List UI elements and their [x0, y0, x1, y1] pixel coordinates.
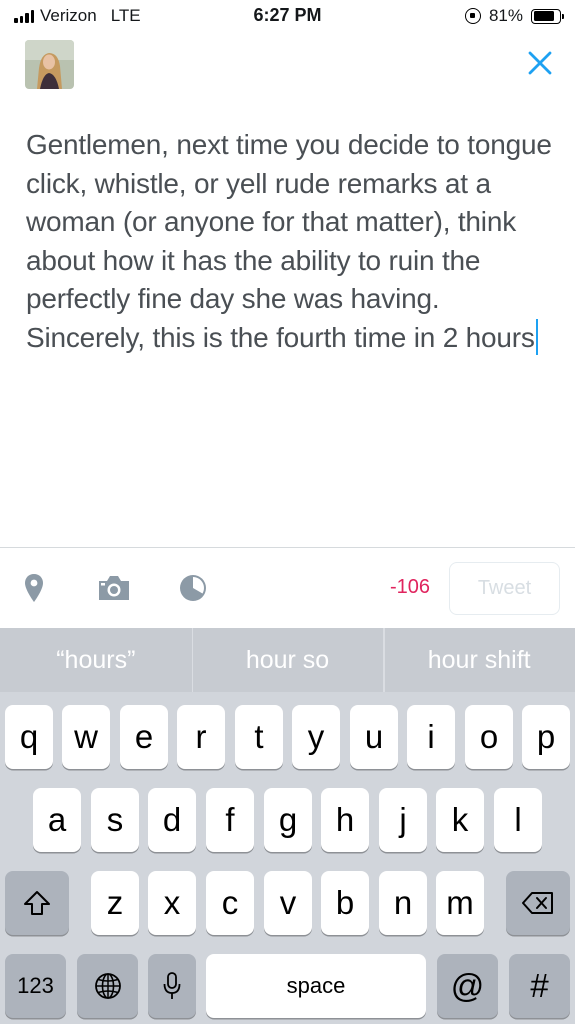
shift-icon — [24, 891, 50, 915]
keyboard: “hours” hour so hour shift q w e r t y u… — [0, 628, 575, 1024]
key-i[interactable]: i — [407, 705, 455, 769]
key-g[interactable]: g — [264, 788, 312, 852]
tweet-text-input[interactable]: Gentlemen, next time you decide to tongu… — [26, 126, 556, 357]
orientation-lock-icon — [464, 8, 481, 24]
key-d[interactable]: d — [148, 788, 196, 852]
character-counter: -106 — [389, 576, 430, 598]
key-w[interactable]: w — [62, 705, 110, 769]
text-caret — [535, 318, 539, 355]
poll-icon — [180, 575, 206, 601]
close-icon — [528, 51, 552, 75]
battery-icon — [531, 8, 564, 24]
location-button[interactable] — [16, 570, 52, 606]
battery-fill — [533, 11, 554, 21]
tweet-text: Gentlemen, next time you decide to tongu… — [26, 129, 552, 353]
poll-button[interactable] — [175, 570, 211, 606]
key-r[interactable]: r — [177, 705, 225, 769]
globe-key[interactable] — [77, 954, 138, 1018]
key-s[interactable]: s — [91, 788, 139, 852]
numbers-key[interactable]: 123 — [5, 954, 66, 1018]
location-pin-icon — [25, 574, 43, 602]
microphone-icon — [163, 972, 181, 999]
key-f[interactable]: f — [206, 788, 254, 852]
shift-key[interactable] — [5, 871, 69, 935]
at-key[interactable]: @ — [437, 954, 498, 1018]
key-n[interactable]: n — [379, 871, 427, 935]
key-m[interactable]: m — [436, 871, 484, 935]
key-z[interactable]: z — [91, 871, 139, 935]
status-right: 81% — [464, 6, 564, 26]
key-x[interactable]: x — [148, 871, 196, 935]
battery-percent: 81% — [488, 6, 523, 25]
suggestion-2[interactable]: hour so — [191, 628, 384, 692]
key-q[interactable]: q — [5, 705, 53, 769]
suggestion-3[interactable]: hour shift — [383, 628, 575, 692]
key-t[interactable]: t — [235, 705, 283, 769]
key-o[interactable]: o — [465, 705, 513, 769]
camera-icon — [99, 576, 129, 600]
key-u[interactable]: u — [350, 705, 398, 769]
delete-key[interactable] — [506, 871, 570, 935]
globe-icon — [94, 973, 121, 999]
close-button[interactable] — [525, 48, 555, 78]
avatar — [25, 40, 74, 89]
hash-key[interactable]: # — [509, 954, 570, 1018]
key-y[interactable]: y — [292, 705, 340, 769]
key-h[interactable]: h — [321, 788, 369, 852]
dictation-key[interactable] — [148, 954, 196, 1018]
compose-toolbar: -106 Tweet — [0, 548, 575, 628]
key-v[interactable]: v — [264, 871, 312, 935]
camera-button[interactable] — [96, 570, 132, 606]
key-c[interactable]: c — [206, 871, 254, 935]
key-b[interactable]: b — [321, 871, 369, 935]
key-l[interactable]: l — [494, 788, 542, 852]
status-bar: Verizon LTE 6:27 PM 81% — [0, 0, 575, 34]
backspace-icon — [522, 892, 553, 914]
key-p[interactable]: p — [522, 705, 570, 769]
space-key[interactable]: space — [206, 954, 426, 1018]
key-k[interactable]: k — [436, 788, 484, 852]
key-a[interactable]: a — [33, 788, 81, 852]
tweet-button[interactable]: Tweet — [449, 562, 560, 615]
suggestion-1[interactable]: “hours” — [0, 628, 192, 692]
predictive-bar: “hours” hour so hour shift — [0, 628, 575, 692]
key-e[interactable]: e — [120, 705, 168, 769]
key-j[interactable]: j — [379, 788, 427, 852]
